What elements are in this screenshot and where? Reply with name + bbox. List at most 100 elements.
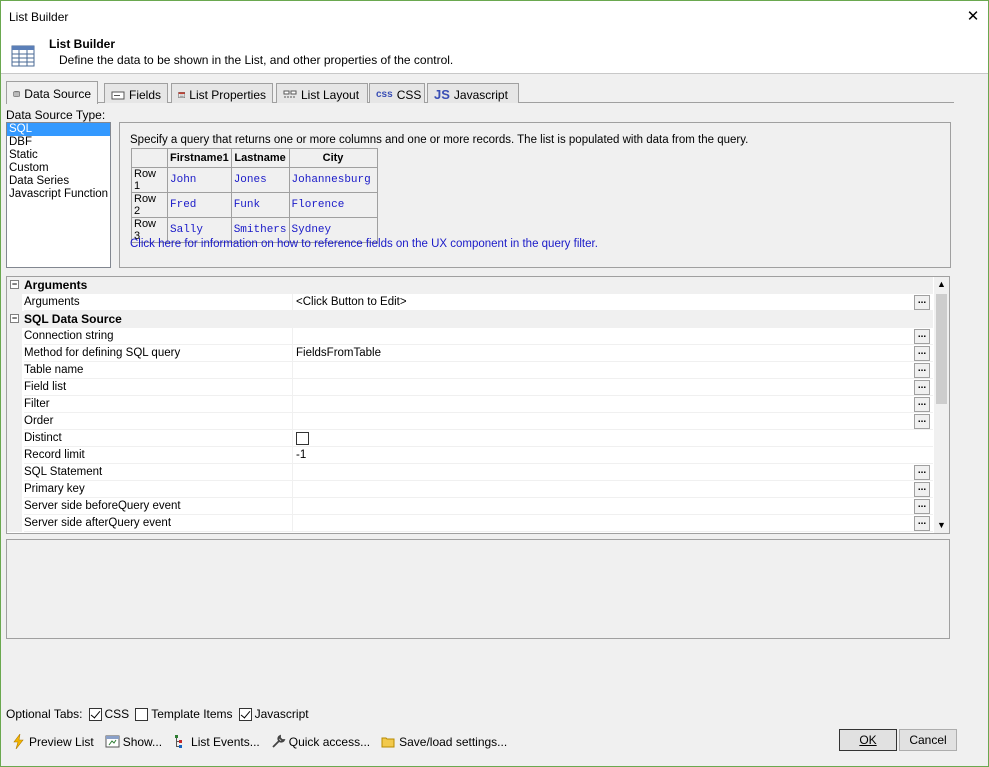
database-icon [13, 90, 21, 97]
window-title: List Builder [9, 10, 69, 24]
column-header: Firstname1 [167, 148, 232, 168]
property-row-sql-statement[interactable]: SQL Statement ... [7, 464, 933, 481]
list-item[interactable]: SQL [7, 123, 110, 136]
css-checkbox-label: CSS [104, 707, 130, 721]
property-row-arguments[interactable]: Arguments <Click Button to Edit> ... [7, 294, 933, 311]
edit-button[interactable]: ... [914, 329, 930, 344]
edit-button[interactable]: ... [914, 482, 930, 497]
property-row-record-limit[interactable]: Record limit -1 [7, 447, 933, 464]
property-row-table-name[interactable]: Table name ... [7, 362, 933, 379]
sample-table: Firstname1 Lastname City Row 1 John Jone… [131, 148, 378, 243]
edit-button[interactable]: ... [914, 414, 930, 429]
category-label: Arguments [24, 278, 88, 292]
property-value[interactable] [292, 498, 933, 515]
list-item[interactable]: Static [7, 149, 110, 162]
property-value[interactable] [292, 413, 933, 430]
property-value[interactable] [292, 515, 933, 532]
property-value[interactable] [292, 362, 933, 379]
list-events-button[interactable]: List Events... [173, 734, 260, 749]
property-name: Method for defining SQL query [24, 345, 292, 362]
close-button[interactable]: ✕ [958, 1, 988, 31]
property-row-connection-string[interactable]: Connection string ... [7, 328, 933, 345]
list-builder-window: List Builder ✕ List Builder Define the d… [0, 0, 989, 767]
distinct-checkbox[interactable] [296, 432, 309, 445]
scroll-up-icon[interactable]: ▲ [934, 277, 949, 292]
list-item[interactable]: DBF [7, 136, 110, 149]
scroll-down-icon[interactable]: ▼ [934, 518, 949, 533]
property-name: Arguments [24, 294, 292, 311]
list-item[interactable]: Data Series [7, 175, 110, 188]
property-value[interactable] [292, 379, 933, 396]
data-source-type-list[interactable]: SQL DBF Static Custom Data Series Javasc… [6, 122, 111, 268]
template-items-checkbox[interactable] [135, 707, 149, 721]
cancel-button[interactable]: Cancel [899, 729, 957, 751]
property-row-distinct[interactable]: Distinct [7, 430, 933, 447]
edit-button[interactable]: ... [914, 397, 930, 412]
wrench-icon [272, 734, 286, 748]
category-arguments[interactable]: − Arguments [7, 277, 933, 294]
property-value[interactable]: -1 [292, 447, 933, 464]
property-row-field-list[interactable]: Field list ... [7, 379, 933, 396]
show-button[interactable]: Show... [105, 734, 162, 749]
row-header: Row 1 [131, 167, 168, 193]
tab-label: Data Source [24, 87, 91, 101]
dialog-header: List Builder Define the data to be shown… [1, 33, 988, 74]
property-value[interactable] [292, 396, 933, 413]
property-row-order[interactable]: Order ... [7, 413, 933, 430]
property-name: Distinct [24, 430, 292, 447]
property-row-primary-key[interactable]: Primary key ... [7, 481, 933, 498]
tab-list-layout[interactable]: List Layout [276, 83, 368, 103]
field-icon [111, 91, 125, 99]
css-checkbox[interactable] [88, 707, 102, 721]
edit-button[interactable]: ... [914, 499, 930, 514]
properties-icon [178, 91, 186, 98]
property-value[interactable] [292, 328, 933, 345]
tab-css[interactable]: css CSS [369, 83, 425, 103]
table-cell: Fred [167, 192, 232, 218]
edit-button[interactable]: ... [914, 295, 930, 310]
list-item[interactable]: Javascript Function [7, 188, 110, 201]
list-item[interactable]: Custom [7, 162, 110, 175]
table-cell: Funk [230, 192, 290, 218]
tab-label: CSS [396, 87, 422, 102]
table-cell: Florence [288, 192, 378, 218]
query-filter-help-link[interactable]: Click here for information on how to ref… [130, 238, 598, 250]
preview-list-button[interactable]: Preview List [11, 734, 94, 749]
property-row-method[interactable]: Method for defining SQL query FieldsFrom… [7, 345, 933, 362]
list-builder-icon [11, 45, 35, 67]
edit-button[interactable]: ... [914, 516, 930, 531]
optional-tabs-label: Optional Tabs: [6, 707, 83, 721]
tab-label: List Layout [301, 87, 360, 102]
column-header: Lastname [230, 148, 290, 168]
save-load-settings-button[interactable]: Save/load settings... [381, 734, 507, 749]
category-sql-data-source[interactable]: − SQL Data Source [7, 311, 933, 328]
collapse-icon[interactable]: − [10, 314, 19, 323]
edit-button[interactable]: ... [914, 380, 930, 395]
property-value[interactable] [292, 430, 933, 447]
property-row-filter[interactable]: Filter ... [7, 396, 933, 413]
table-header-row: Firstname1 Lastname City [131, 148, 378, 168]
edit-button[interactable]: ... [914, 346, 930, 361]
tab-list-properties[interactable]: List Properties [171, 83, 273, 103]
tab-javascript[interactable]: JS Javascript [427, 83, 519, 103]
quick-access-button[interactable]: Quick access... [271, 734, 370, 749]
edit-button[interactable]: ... [914, 363, 930, 378]
property-grid-scrollbar[interactable]: ▲ ▼ [934, 277, 949, 533]
property-name: Table name [24, 362, 292, 379]
table-cell: Johannesburg [288, 167, 378, 193]
tab-data-source[interactable]: Data Source [6, 81, 98, 104]
property-row-before-query[interactable]: Server side beforeQuery event ... [7, 498, 933, 515]
property-value[interactable]: FieldsFromTable [292, 345, 933, 362]
property-value[interactable] [292, 481, 933, 498]
bottom-toolbar: Preview List Show... List Events... Quic… [11, 734, 518, 749]
scroll-thumb[interactable] [936, 294, 947, 404]
css-icon: css [376, 89, 393, 100]
edit-button[interactable]: ... [914, 465, 930, 480]
javascript-checkbox[interactable] [238, 707, 252, 721]
collapse-icon[interactable]: − [10, 280, 19, 289]
property-row-after-query[interactable]: Server side afterQuery event ... [7, 515, 933, 532]
property-value[interactable] [292, 464, 933, 481]
property-value[interactable]: <Click Button to Edit> [292, 294, 933, 311]
tab-fields[interactable]: Fields [104, 83, 168, 103]
ok-button[interactable]: OK [839, 729, 897, 751]
